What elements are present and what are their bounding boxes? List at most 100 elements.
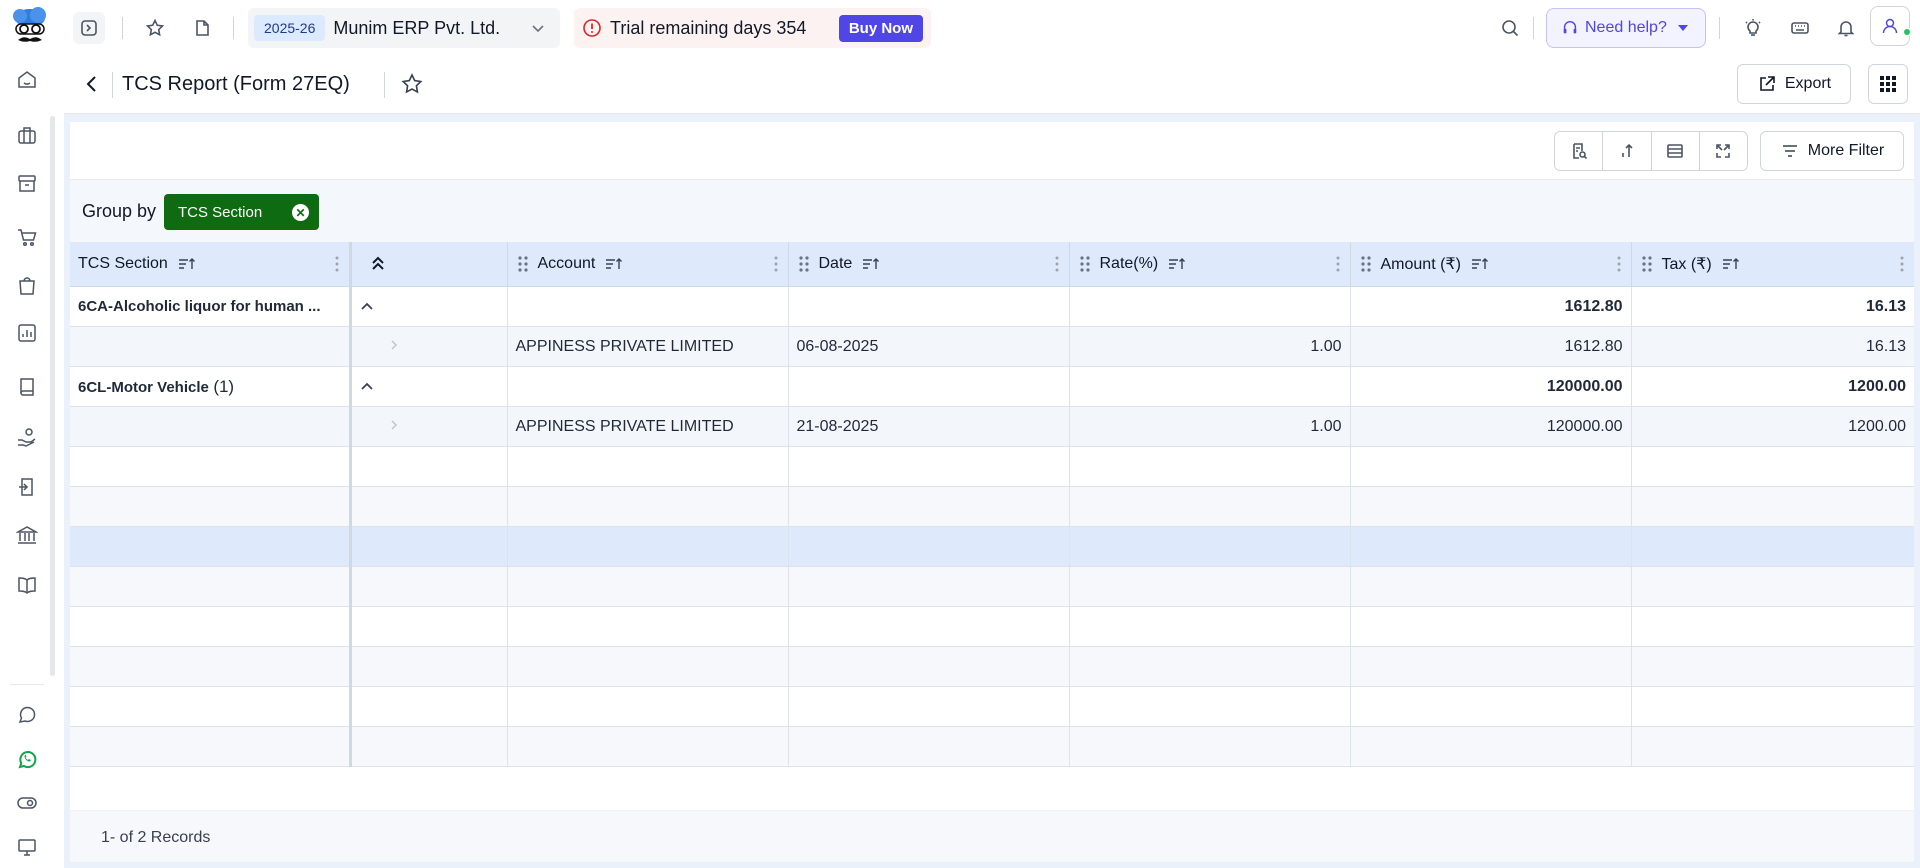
account-cell: APPINESS PRIVATE LIMITED	[507, 326, 789, 367]
reports-chart-icon[interactable]	[14, 320, 40, 346]
keyboard-icon[interactable]	[1784, 12, 1816, 44]
user-icon	[1882, 18, 1898, 34]
column-header-expand[interactable]	[350, 242, 508, 287]
row-expand-cell[interactable]	[350, 406, 508, 447]
favorites-star-icon[interactable]	[139, 12, 171, 44]
column-menu-icon[interactable]	[774, 255, 778, 273]
remove-chip-icon[interactable]: ✕	[292, 204, 309, 221]
column-menu-icon[interactable]	[1336, 255, 1340, 273]
content-area: More Filter Group by TCS Section ✕ TCS S…	[64, 114, 1920, 868]
group-row[interactable]: 6CA-Alcoholic liquor for human ... 1612.…	[70, 286, 1914, 327]
apps-grid-button[interactable]	[1868, 64, 1908, 104]
munim-logo-icon[interactable]	[10, 6, 50, 50]
more-filter-button[interactable]: More Filter	[1760, 131, 1904, 171]
lightbulb-icon[interactable]	[1737, 12, 1769, 44]
fullscreen-button[interactable]	[1700, 132, 1747, 170]
home-icon[interactable]	[14, 66, 40, 92]
group-name: 6CA-Alcoholic liquor for human ...	[78, 297, 321, 315]
group-by-chip[interactable]: TCS Section ✕	[164, 194, 319, 230]
rate-cell: 1.00	[1069, 406, 1351, 447]
group-toggle-cell[interactable]	[350, 286, 508, 327]
open-book-icon[interactable]	[14, 572, 40, 598]
collapse-all-icon[interactable]	[370, 255, 386, 273]
group-row[interactable]: 6CL-Motor Vehicle (1) 120000.00 1200.00	[70, 366, 1914, 407]
ledger-book-icon[interactable]	[14, 374, 40, 400]
records-count: 1- of 2 Records	[101, 829, 211, 846]
column-header-amount[interactable]: Amount (₹)	[1350, 242, 1632, 287]
headset-icon	[1563, 21, 1577, 34]
column-label: Rate(%)	[1099, 255, 1159, 272]
bank-icon[interactable]	[14, 522, 40, 548]
document-icon[interactable]	[186, 12, 218, 44]
receipt-transfer-icon[interactable]	[14, 474, 40, 500]
shopping-bag-icon[interactable]	[14, 272, 40, 298]
cart-icon[interactable]	[14, 224, 40, 250]
divider	[384, 72, 385, 98]
sort-icon[interactable]	[1722, 257, 1740, 271]
group-by-chip-label: TCS Section	[178, 203, 263, 221]
filter-lines-icon	[1782, 145, 1797, 157]
company-selector[interactable]: 2025-26 Munim ERP Pvt. Ltd.	[248, 8, 560, 48]
sort-icon[interactable]	[862, 257, 880, 271]
group-toggle-cell[interactable]	[350, 366, 508, 407]
rate-cell: 1.00	[1069, 326, 1351, 367]
payment-hand-icon[interactable]	[14, 424, 40, 450]
report-toolbar: More Filter	[70, 122, 1914, 180]
caret-down-icon	[1677, 25, 1688, 31]
group-tax-total: 16.13	[1631, 286, 1914, 327]
group-name: 6CL-Motor Vehicle	[78, 378, 209, 396]
sort-icon[interactable]	[1471, 257, 1489, 271]
sidebar-scrollbar[interactable]	[50, 116, 55, 676]
column-header-rate[interactable]: Rate(%)	[1069, 242, 1351, 287]
export-button[interactable]: Export	[1737, 64, 1851, 104]
whatsapp-icon[interactable]	[14, 746, 40, 772]
inventory-box-icon[interactable]	[14, 170, 40, 196]
column-header-tcs-section[interactable]: TCS Section	[70, 242, 352, 287]
row-density-button[interactable]	[1652, 132, 1700, 170]
group-amount-total: 120000.00	[1350, 366, 1632, 407]
column-menu-icon[interactable]	[1055, 255, 1059, 273]
empty-row	[70, 726, 1914, 767]
column-menu-icon[interactable]	[335, 255, 339, 273]
back-arrow-icon[interactable]	[80, 72, 104, 96]
group-by-label: Group by	[82, 201, 157, 221]
column-menu-icon[interactable]	[1617, 255, 1621, 273]
sort-icon[interactable]	[605, 257, 623, 271]
favorite-star-icon[interactable]	[400, 72, 424, 96]
column-menu-icon[interactable]	[1900, 255, 1904, 273]
chat-support-icon[interactable]	[14, 702, 40, 728]
table-row[interactable]: APPINESS PRIVATE LIMITED 21-08-2025 1.00…	[70, 406, 1914, 447]
briefcase-icon[interactable]	[14, 122, 40, 148]
row-expand-cell[interactable]	[350, 326, 508, 367]
divider	[1533, 17, 1534, 39]
chevron-right-icon[interactable]	[390, 339, 398, 351]
chevron-up-icon[interactable]	[360, 381, 374, 391]
grid-dots-icon	[1880, 76, 1896, 92]
tcs-section-cell	[70, 406, 352, 447]
drag-handle-icon[interactable]	[797, 255, 811, 273]
drag-handle-icon[interactable]	[1078, 255, 1092, 273]
account-cell: APPINESS PRIVATE LIMITED	[507, 406, 789, 447]
column-header-tax[interactable]: Tax (₹)	[1631, 242, 1914, 287]
column-search-button[interactable]	[1555, 132, 1604, 170]
drag-handle-icon[interactable]	[1640, 255, 1654, 273]
need-help-button[interactable]: Need help?	[1546, 8, 1706, 48]
sort-icon[interactable]	[1168, 257, 1186, 271]
table-row[interactable]: APPINESS PRIVATE LIMITED 06-08-2025 1.00…	[70, 326, 1914, 367]
user-avatar[interactable]	[1870, 6, 1912, 46]
drag-handle-icon[interactable]	[1359, 255, 1373, 273]
column-header-date[interactable]: Date	[788, 242, 1070, 287]
chevron-right-icon[interactable]	[390, 419, 398, 431]
sort-icon[interactable]	[178, 257, 196, 271]
search-icon[interactable]	[1494, 12, 1526, 44]
sort-order-button[interactable]	[1603, 132, 1652, 170]
buy-now-button[interactable]: Buy Now	[838, 15, 923, 42]
drag-handle-icon[interactable]	[516, 255, 530, 273]
date-cell: 21-08-2025	[788, 406, 1070, 447]
column-header-account[interactable]: Account	[507, 242, 789, 287]
sidebar-toggle-icon[interactable]	[73, 12, 105, 44]
toggle-switch-icon[interactable]	[14, 790, 40, 816]
desktop-monitor-icon[interactable]	[14, 834, 40, 860]
notification-bell-icon[interactable]	[1830, 12, 1862, 44]
chevron-up-icon[interactable]	[360, 301, 374, 311]
